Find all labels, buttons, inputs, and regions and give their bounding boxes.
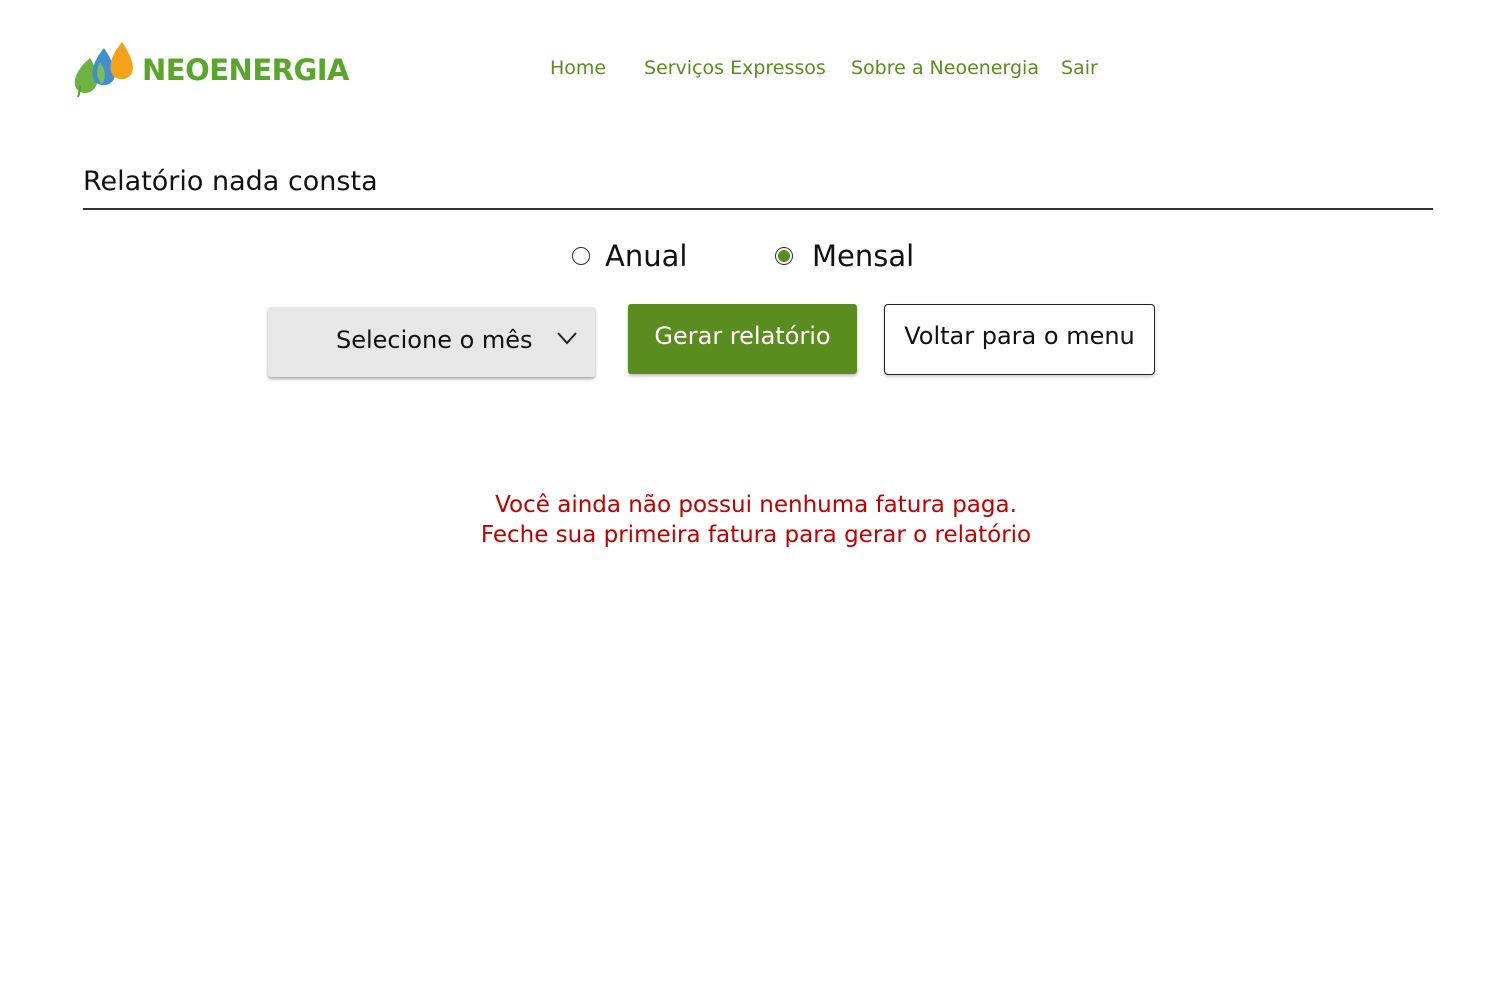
leaf-drops-logo-icon (74, 42, 133, 98)
radio-mensal[interactable] (775, 247, 793, 265)
radio-anual-label: Anual (605, 239, 688, 273)
radio-option-mensal[interactable]: Mensal (775, 238, 914, 274)
page: NEOENERGIA Home Serviços Expressos Sobre… (0, 0, 1512, 981)
no-paid-invoice-message: Você ainda não possui nenhuma fatura pag… (0, 490, 1512, 550)
brand-name: NEOENERGIA (142, 53, 350, 87)
nav-sair[interactable]: Sair (1061, 55, 1098, 81)
radio-anual-dot (575, 250, 587, 262)
radio-mensal-dot (778, 250, 790, 262)
generate-report-button[interactable]: Gerar relatório (628, 304, 857, 374)
message-line-2: Feche sua primeira fatura para gerar o r… (480, 522, 1032, 548)
radio-option-anual[interactable]: Anual (572, 238, 687, 274)
nav-sobre-neoenergia[interactable]: Sobre a Neoenergia (851, 55, 1039, 81)
radio-anual[interactable] (572, 247, 590, 265)
title-divider (83, 208, 1433, 210)
month-select[interactable]: Selecione o mês (268, 307, 595, 377)
nav-servicos-expressos[interactable]: Serviços Expressos (644, 55, 826, 81)
message-line-1: Você ainda não possui nenhuma fatura pag… (495, 492, 1017, 518)
report-type-radio-group: Anual Mensal (0, 238, 1512, 274)
radio-mensal-label: Mensal (812, 239, 915, 273)
back-to-menu-button[interactable]: Voltar para o menu (884, 304, 1155, 375)
month-select-value: Selecione o mês (336, 326, 533, 354)
nav-home[interactable]: Home (550, 55, 606, 81)
chevron-down-icon[interactable] (556, 331, 578, 345)
page-title: Relatório nada consta (83, 166, 378, 197)
neoenergia-logo[interactable]: NEOENERGIA (72, 40, 350, 98)
